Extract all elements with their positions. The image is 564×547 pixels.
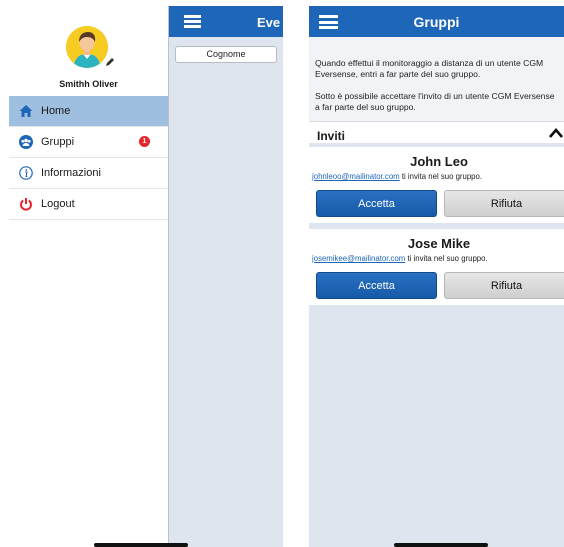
section-title: Inviti xyxy=(317,129,346,143)
side-drawer: Smithh Oliver Home Gruppi 1 Informazioni… xyxy=(9,6,168,547)
menu-item-home[interactable]: Home xyxy=(9,96,168,127)
menu-item-gruppi[interactable]: Gruppi 1 xyxy=(9,127,168,158)
page-title: Gruppi xyxy=(413,14,460,30)
avatar[interactable] xyxy=(66,26,108,68)
invite-text: josemikee@mailinator.com ti invita nel s… xyxy=(312,254,488,263)
background-page: Eve Cognome xyxy=(168,6,283,547)
profile-header: Smithh Oliver xyxy=(9,6,168,96)
power-icon xyxy=(19,197,33,211)
hamburger-menu-icon[interactable] xyxy=(184,15,201,28)
menu-label-logout: Logout xyxy=(41,198,75,210)
invite-name: Jose Mike xyxy=(407,236,471,251)
background-header: Eve xyxy=(169,6,283,37)
user-name: Smithh Oliver xyxy=(59,79,118,89)
invite-message: ti invita nel suo gruppo. xyxy=(405,254,488,263)
menu-label-informazioni: Informazioni xyxy=(41,167,101,179)
menu-label-home: Home xyxy=(41,105,71,117)
invite-card: John Leo johnleoo@mailinator.com ti invi… xyxy=(309,147,564,223)
chevron-up-icon[interactable] xyxy=(548,127,564,139)
info-paragraph-2: Sotto è possibile accettare l'invito di … xyxy=(315,91,555,112)
user-avatar-icon xyxy=(66,26,108,68)
notification-badge: 1 xyxy=(139,136,150,147)
info-paragraph-1: Quando effettui il monitoraggio a distan… xyxy=(315,58,544,79)
home-icon xyxy=(19,104,33,118)
right-phone-screen: Gruppi Quando effettui il monitoraggio a… xyxy=(309,6,564,547)
edit-pencil-icon[interactable] xyxy=(105,57,115,67)
invite-message: ti invita nel suo gruppo. xyxy=(399,172,483,181)
accept-button[interactable]: Accetta xyxy=(316,190,437,217)
invite-card: Jose Mike josemikee@mailinator.com ti in… xyxy=(309,229,564,305)
invites-section-header[interactable]: Inviti xyxy=(309,121,564,147)
home-indicator xyxy=(394,543,488,547)
background-title: Eve xyxy=(257,15,281,30)
menu-label-gruppi: Gruppi xyxy=(41,136,75,148)
cognome-field[interactable]: Cognome xyxy=(175,46,277,63)
info-icon xyxy=(19,166,33,180)
app-header: Gruppi xyxy=(309,6,564,37)
decline-button[interactable]: Rifiuta xyxy=(444,190,564,217)
accept-button[interactable]: Accetta xyxy=(316,272,437,299)
info-box: Quando effettui il monitoraggio a distan… xyxy=(309,37,564,121)
decline-button[interactable]: Rifiuta xyxy=(444,272,564,299)
left-phone-screen: Eve Cognome Smithh Oliver Home Gruppi 1 … xyxy=(9,6,283,547)
invite-text: johnleoo@mailinator.com ti invita nel su… xyxy=(312,172,482,181)
invite-name: John Leo xyxy=(410,154,468,169)
home-indicator xyxy=(94,543,188,547)
menu-item-informazioni[interactable]: Informazioni xyxy=(9,158,168,189)
invite-email-link[interactable]: johnleoo@mailinator.com xyxy=(312,172,400,181)
menu-item-logout[interactable]: Logout xyxy=(9,189,168,220)
invite-email-link[interactable]: josemikee@mailinator.com xyxy=(312,254,405,263)
group-icon xyxy=(19,135,33,149)
